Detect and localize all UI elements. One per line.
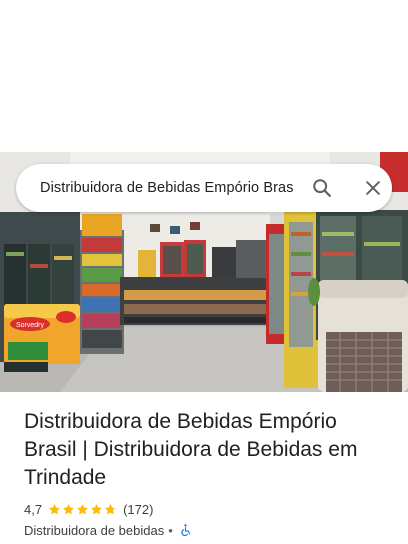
review-count[interactable]: (172) xyxy=(123,502,153,517)
separator-dot: • xyxy=(168,522,173,538)
star-half-icon xyxy=(105,503,116,514)
place-title: Distribuidora de Bebidas Empório Brasil … xyxy=(24,410,358,489)
close-button[interactable] xyxy=(353,168,392,208)
place-category: Distribuidora de bebidas xyxy=(24,522,165,538)
star-icon xyxy=(91,503,102,514)
rating-row[interactable]: 4,7 (172) xyxy=(24,499,153,519)
search-icon xyxy=(312,179,331,197)
search-input[interactable]: Distribuidora de Bebidas Empório Brasil xyxy=(40,180,294,196)
star-icon xyxy=(77,503,88,514)
search-bar[interactable]: Distribuidora de Bebidas Empório Brasil xyxy=(16,164,392,212)
star-icon xyxy=(49,503,60,514)
sorvedry-logo-text: Sorvedry xyxy=(16,322,45,329)
star-icon xyxy=(63,503,74,514)
rating-value: 4,7 xyxy=(24,501,43,517)
close-icon xyxy=(365,181,380,195)
search-button[interactable] xyxy=(302,168,341,208)
category-row: Distribuidora de bebidas • xyxy=(24,520,192,540)
blank-area xyxy=(0,0,408,152)
accessibility-icon xyxy=(181,524,190,537)
star-rating xyxy=(48,503,118,516)
